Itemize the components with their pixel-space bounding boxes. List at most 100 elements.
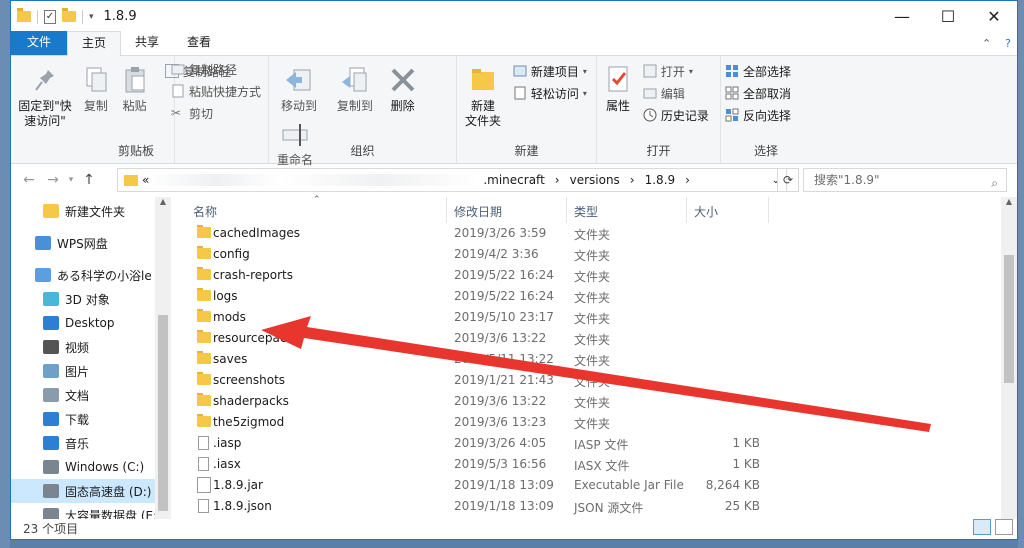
open-group-label: 打开: [646, 144, 671, 158]
scroll-up-icon[interactable]: ▲: [1001, 197, 1017, 206]
close-button[interactable]: ✕: [971, 1, 1017, 31]
pin-quick-access-button[interactable]: 固定到"快 速访问": [15, 60, 75, 129]
file-row[interactable]: crash-reports 2019/5/22 16:24 文件夹: [171, 265, 1017, 286]
column-size[interactable]: 大小: [694, 203, 718, 220]
file-row[interactable]: the5zigmod 2019/3/6 13:23 文件夹: [171, 412, 1017, 433]
select-all-button[interactable]: 全部选择: [725, 60, 807, 82]
breadcrumb-versions[interactable]: versions: [570, 173, 620, 187]
cut-button[interactable]: ✂ 剪切: [171, 102, 264, 124]
nav-item[interactable]: 文档: [11, 383, 171, 407]
easy-access-button[interactable]: 轻松访问 ▾: [513, 82, 587, 104]
file-row[interactable]: resourcepacks 2019/3/6 13:22 文件夹: [171, 328, 1017, 349]
column-type[interactable]: 类型: [574, 203, 598, 220]
tab-view[interactable]: 查看: [173, 31, 225, 55]
tab-file[interactable]: 文件: [11, 31, 68, 55]
properties-button[interactable]: 属性: [601, 60, 635, 114]
nav-scrollbar-thumb[interactable]: [158, 315, 168, 511]
new-group-label: 新建: [514, 144, 539, 158]
file-list-scrollbar[interactable]: ▲: [1001, 197, 1017, 519]
nav-item[interactable]: ある科学の小浴le: [11, 263, 171, 287]
nav-item[interactable]: 视频: [11, 335, 171, 359]
file-row[interactable]: screenshots 2019/1/21 21:43 文件夹: [171, 370, 1017, 391]
large-icons-view-icon[interactable]: [995, 519, 1013, 535]
up-icon[interactable]: ↑: [77, 172, 101, 188]
nav-item[interactable]: 下载: [11, 407, 171, 431]
tab-home[interactable]: 主页: [67, 31, 122, 56]
nav-item[interactable]: 固态高速盘 (D:): [11, 479, 171, 503]
explorer-window: ✓ ▾ 1.8.9 — ☐ ✕ 文件 主页 共享 查看 ⌃ ? 固定到"快 速访…: [10, 0, 1018, 540]
column-date[interactable]: 修改日期: [454, 203, 502, 220]
new-folder-button[interactable]: 新建 文件夹: [461, 60, 505, 129]
copy-button[interactable]: 复制: [79, 60, 113, 114]
file-row[interactable]: shaderpacks 2019/3/6 13:22 文件夹: [171, 391, 1017, 412]
nav-item[interactable]: 音乐: [11, 431, 171, 455]
address-bar[interactable]: « .minecraft › versions › 1.8.9 › ⌄: [117, 168, 787, 192]
folder-icon: [197, 246, 211, 259]
breadcrumb-minecraft[interactable]: .minecraft: [483, 173, 544, 187]
customize-dropdown-icon[interactable]: ▾: [89, 12, 94, 22]
easy-access-icon: [513, 86, 527, 100]
rename-button[interactable]: 重命名: [273, 114, 317, 168]
minimize-button[interactable]: —: [879, 1, 925, 31]
breadcrumb-1-8-9[interactable]: 1.8.9: [645, 173, 676, 187]
file-row[interactable]: saves 2019/5/11 13:22 文件夹: [171, 349, 1017, 370]
search-icon: ⌕: [991, 176, 998, 190]
chevron-right-icon[interactable]: ›: [685, 173, 690, 187]
nav-item[interactable]: 图片: [11, 359, 171, 383]
move-to-button[interactable]: 移动到: [273, 60, 325, 114]
file-row[interactable]: .iasx 2019/5/3 16:56 IASX 文件 1 KB: [171, 454, 1017, 475]
file-type: 文件夹: [574, 291, 611, 305]
column-name[interactable]: 名称: [193, 203, 217, 220]
nav-item[interactable]: Desktop: [11, 311, 171, 335]
file-row[interactable]: cachedImages 2019/3/26 3:59 文件夹: [171, 223, 1017, 244]
collapse-ribbon-icon[interactable]: ⌃: [982, 37, 991, 50]
file-icon: [198, 499, 209, 513]
forward-icon[interactable]: →: [41, 172, 65, 188]
chevron-right-icon[interactable]: ›: [630, 173, 635, 187]
maximize-button[interactable]: ☐: [925, 1, 971, 31]
scroll-up-icon[interactable]: ▲: [155, 197, 171, 206]
new-folder-quick-icon[interactable]: [62, 8, 76, 22]
breadcrumb-overflow[interactable]: «: [142, 173, 149, 187]
back-icon[interactable]: ←: [17, 172, 41, 188]
history-button[interactable]: 历史记录: [643, 104, 709, 126]
file-name: 1.8.9.json: [213, 499, 272, 513]
folder-icon: [197, 414, 211, 427]
nav-item[interactable]: Windows (C:): [11, 455, 171, 479]
properties-quick-icon[interactable]: ✓: [44, 9, 56, 24]
file-row[interactable]: 1.8.9.jar 2019/1/18 13:09 Executable Jar F…: [171, 475, 1017, 496]
file-row[interactable]: logs 2019/5/22 16:24 文件夹: [171, 286, 1017, 307]
file-row[interactable]: mods 2019/5/10 23:17 文件夹: [171, 307, 1017, 328]
nav-item[interactable]: 新建文件夹: [11, 199, 171, 223]
copy-path-button-2[interactable]: 复制路径: [171, 58, 264, 80]
details-view-icon[interactable]: [973, 519, 991, 535]
file-row[interactable]: 1.8.9.json 2019/1/18 13:09 JSON 源文件 25 KB: [171, 496, 1017, 517]
video-icon: [43, 340, 59, 354]
refresh-button[interactable]: ⟳: [777, 168, 799, 192]
search-input[interactable]: 搜索"1.8.9" ⌕: [803, 168, 1007, 192]
help-icon[interactable]: ?: [1005, 37, 1011, 50]
paste-button[interactable]: 粘贴: [117, 60, 153, 114]
file-row[interactable]: config 2019/4/2 3:36 文件夹: [171, 244, 1017, 265]
delete-button[interactable]: 删除: [385, 60, 421, 114]
select-none-button[interactable]: 全部取消: [725, 82, 807, 104]
edit-button[interactable]: 编辑: [643, 82, 709, 104]
organize-group: 移动到 复制到 删除 重命名 组织: [269, 56, 457, 167]
tab-share[interactable]: 共享: [121, 31, 173, 55]
paste-shortcut-button[interactable]: 粘贴快捷方式: [171, 80, 264, 102]
invert-selection-button[interactable]: 反向选择: [725, 104, 807, 126]
nav-item[interactable]: WPS网盘: [11, 231, 171, 255]
chevron-right-icon[interactable]: ›: [555, 173, 560, 187]
file-scrollbar-thumb[interactable]: [1004, 255, 1014, 383]
new-item-button[interactable]: 新建项目 ▾: [513, 60, 587, 82]
drive-icon: [43, 484, 59, 498]
nav-item[interactable]: 3D 对象: [11, 287, 171, 311]
open-button[interactable]: 打开 ▾: [643, 60, 709, 82]
copy-to-button[interactable]: 复制到: [329, 60, 381, 114]
file-row[interactable]: .iasp 2019/3/26 4:05 IASP 文件 1 KB: [171, 433, 1017, 454]
nav-item-label: 视频: [65, 340, 90, 355]
file-size: 1 KB: [732, 457, 760, 471]
recent-locations-icon[interactable]: ▾: [65, 175, 77, 185]
nav-scrollbar[interactable]: ▲: [155, 197, 171, 519]
window-controls: — ☐ ✕: [879, 1, 1017, 31]
